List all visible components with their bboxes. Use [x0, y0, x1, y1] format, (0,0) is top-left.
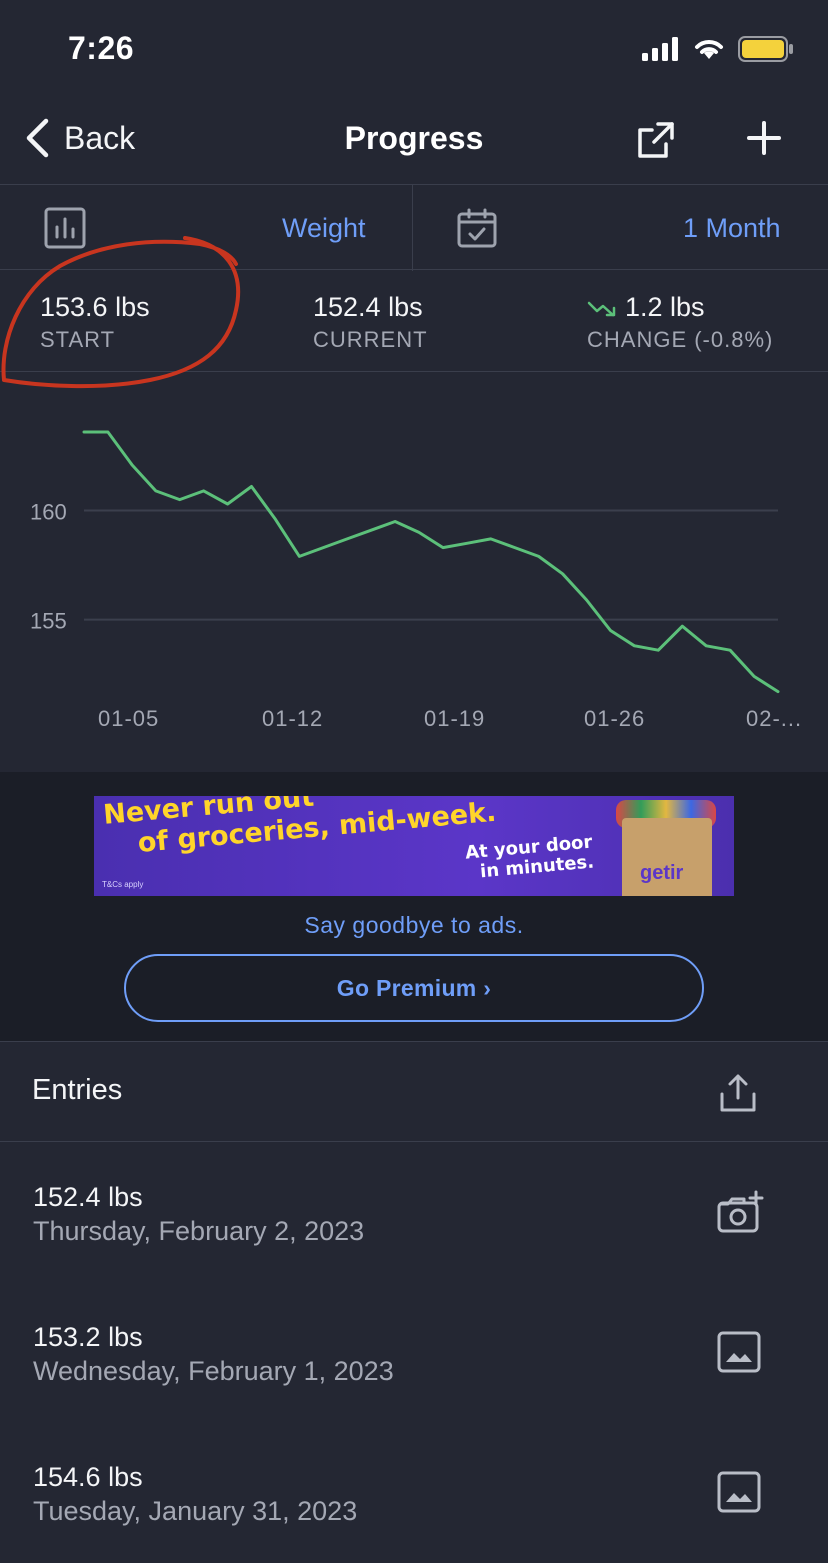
stat-change-label: CHANGE (-0.8%): [587, 327, 774, 352]
plus-icon: [747, 121, 781, 155]
entry-date: Tuesday, January 31, 2023: [33, 1496, 358, 1526]
stat-change: 1.2 lbs CHANGE (-0.8%): [587, 292, 773, 353]
export-entries-button[interactable]: [718, 1072, 758, 1119]
go-premium-button[interactable]: Go Premium ›: [124, 954, 704, 1022]
entry-weight: 153.2 lbs: [33, 1322, 143, 1352]
weight-series-line: [82, 430, 780, 694]
add-entry-button[interactable]: [746, 120, 782, 161]
ad-banner[interactable]: Never run out of groceries, mid-week. At…: [94, 796, 734, 896]
upload-share-icon: [720, 1074, 756, 1112]
range-calendar-button[interactable]: [456, 207, 498, 254]
entry-row[interactable]: 153.2 lbs Wednesday, February 1, 2023: [0, 1282, 828, 1422]
trend-down-icon: [587, 301, 616, 317]
entry-weight: 152.4 lbs: [33, 1182, 143, 1212]
status-icons: [642, 36, 794, 62]
entries-header: Entries: [0, 1042, 828, 1142]
selector-divider: [412, 185, 413, 271]
weight-chart: 160 155 01-05 01-12 01-19 01-26 02-...: [30, 430, 802, 731]
view-photo-button[interactable]: [716, 1470, 762, 1519]
entry-date: Wednesday, February 1, 2023: [33, 1356, 394, 1386]
signal-icon: [642, 37, 678, 61]
photo-icon: [717, 1331, 761, 1373]
stat-current-label: CURRENT: [313, 327, 428, 352]
back-button[interactable]: Back: [24, 118, 135, 158]
ad-headline: Never run out of groceries, mid-week.: [102, 796, 497, 862]
x-tick-label: 01-19: [424, 706, 485, 731]
ad-brand: getir: [640, 862, 684, 884]
battery-icon: [738, 36, 793, 62]
x-tick-label: 01-05: [98, 706, 159, 731]
ad-area: Never run out of groceries, mid-week. At…: [0, 772, 828, 1042]
entry-date: Thursday, February 2, 2023: [33, 1216, 365, 1246]
add-photo-icon: [717, 1190, 764, 1233]
photo-icon: [717, 1471, 761, 1513]
x-tick-label: 01-12: [262, 706, 323, 731]
external-share-icon: [638, 122, 674, 158]
entry-row[interactable]: 154.6 lbs Tuesday, January 31, 2023: [0, 1422, 828, 1562]
ad-terms: T&Cs apply: [102, 880, 144, 889]
entry-row[interactable]: 152.4 lbs Thursday, February 2, 2023: [0, 1142, 828, 1282]
status-time: 7:26: [68, 30, 135, 66]
back-label: Back: [64, 119, 136, 156]
add-photo-button[interactable]: [716, 1190, 764, 1239]
x-tick-label: 01-26: [584, 706, 645, 731]
y-tick-label: 155: [30, 609, 67, 634]
share-button[interactable]: [636, 120, 676, 165]
stat-change-value: 1.2 lbs: [625, 292, 705, 322]
chart-x-ticks: 01-05 01-12 01-19 01-26 02-...: [98, 706, 802, 731]
range-selector[interactable]: 1 Month: [683, 213, 781, 244]
stat-current-value: 152.4 lbs: [313, 292, 423, 322]
ad-subtext: At your door in minutes.: [464, 832, 594, 884]
metric-selector[interactable]: Weight: [282, 213, 366, 244]
chart-grid: [84, 509, 778, 621]
entries-title: Entries: [32, 1074, 123, 1106]
chart-y-ticks: 160 155: [30, 500, 67, 634]
wifi-icon: [695, 40, 723, 59]
stat-change-value-row: 1.2 lbs: [587, 292, 773, 323]
stat-current: 152.4 lbs CURRENT: [313, 292, 428, 353]
view-photo-button[interactable]: [716, 1330, 762, 1379]
calendar-check-icon: [457, 208, 497, 248]
entry-weight: 154.6 lbs: [33, 1462, 143, 1492]
chevron-left-icon: [26, 118, 49, 158]
x-tick-label: 02-...: [746, 706, 802, 731]
y-tick-label: 160: [30, 500, 67, 525]
remove-ads-link[interactable]: Say goodbye to ads.: [0, 912, 828, 939]
